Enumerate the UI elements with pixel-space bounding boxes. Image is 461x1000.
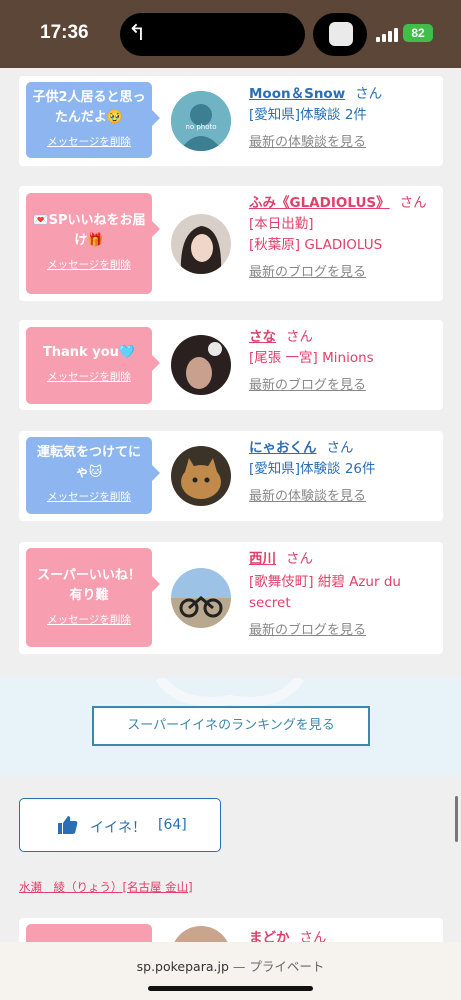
message-card: Thank you🩵 メッセージを削除 さな さん [尾張 一宮] Minions… [19,320,443,410]
shop-detail: [秋葉原] GLADIOLUS [249,237,383,253]
latest-link[interactable]: 最新のブログを見る [249,620,435,641]
thumbs-up-icon [58,816,78,834]
latest-link[interactable]: 最新のブログを見る [249,262,435,283]
dynamic-island[interactable]: ↰ [120,13,305,56]
message-bubble: Thank you🩵 メッセージを削除 [26,327,160,404]
latest-link[interactable]: 最新の体験談を見る [249,132,435,153]
avatar-photo [171,446,231,506]
battery-icon: 82 [403,24,433,42]
message-card: 運転気をつけてにゃ🐱 メッセージを削除 にゃおくん さん [愛知県]体験談 26件… [19,431,443,521]
scrollbar[interactable] [455,796,458,842]
message-text: 💌SPいいねをお届け🎁 [32,213,146,248]
delete-message-link[interactable]: メッセージを削除 [26,487,152,507]
message-bubble: 運転気をつけてにゃ🐱 メッセージを削除 [26,437,160,514]
card-info: にゃおくん さん [愛知県]体験談 26件 最新の体験談を見る [249,438,435,507]
super-iine-ranking-button[interactable]: スーパーイイネのランキングを見る [92,706,370,746]
shop-detail: [歌舞伎町] 紺碧 Azur du secret [249,574,401,611]
avatar[interactable]: no photo [171,91,231,151]
signal-icon [376,26,398,42]
card-info: Moon＆Snow さん [愛知県]体験談 2件 最新の体験談を見る [249,84,435,153]
member-name-link[interactable]: Moon＆Snow [249,86,345,102]
avatar[interactable] [171,568,231,628]
cast-name-link[interactable]: ふみ《GLADIOLUS》 [249,195,390,211]
avatar[interactable] [171,214,231,274]
iine-button[interactable]: イイネ！ [64] [19,798,221,852]
message-text: Thank you🩵 [42,345,136,360]
no-photo-icon: no photo [171,91,231,151]
message-card: スーパーいいね！有り難 メッセージを削除 西川 さん [歌舞伎町] 紺碧 Azur… [19,542,443,654]
avatar[interactable] [171,335,231,395]
message-bubble: 子供2人居ると思ったんだよ🥹 メッセージを削除 [26,82,160,158]
delete-message-link[interactable]: メッセージを削除 [26,367,152,387]
honorific: さん [326,440,354,456]
dynamic-island-app[interactable] [313,13,367,56]
member-detail: [愛知県]体験談 26件 [249,461,376,477]
message-text: 運転気をつけてにゃ🐱 [36,445,141,480]
home-indicator[interactable] [148,986,313,991]
honorific: さん [355,86,383,102]
avatar-photo [171,568,231,628]
address-bar[interactable]: sp.pokepara.jp — プライベート [0,956,461,975]
cast-name-link[interactable]: さな [249,329,276,345]
honorific: さん [399,195,427,211]
card-info: ふみ《GLADIOLUS》 さん [本日出勤] [秋葉原] GLADIOLUS 最新… [249,193,435,283]
member-name-link[interactable]: にゃおくん [249,440,317,456]
delete-message-link[interactable]: メッセージを削除 [26,610,152,630]
privacy-label: — プライベート [232,959,325,974]
iine-label: イイネ！ [90,820,146,836]
back-arrow-icon[interactable]: ↰ [128,22,146,46]
status-time: 17:36 [40,22,89,43]
message-bubble: 💌SPいいねをお届け🎁 メッセージを削除 [26,193,160,294]
status-bar: 17:36 ↰ 82 [0,0,461,68]
delete-message-link[interactable]: メッセージを削除 [26,132,152,152]
ranking-section: スーパーイイネのランキングを見る [0,678,461,775]
latest-link[interactable]: 最新のブログを見る [249,375,435,396]
message-bubble: スーパーいいね！有り難 メッセージを削除 [26,548,160,647]
iine-count: [64] [158,817,187,833]
no-photo-label: no photo [185,123,216,131]
cast-link[interactable]: 水瀬 綾（りょう）[名古屋 金山] [19,879,193,895]
message-text: 子供2人居ると思ったんだよ🥹 [32,90,146,125]
avatar-photo [171,335,231,395]
browser-bottom-bar: sp.pokepara.jp — プライベート [0,942,461,1000]
message-text: スーパーいいね！有り難 [37,568,141,603]
delete-message-link[interactable]: メッセージを削除 [26,255,152,275]
url-text: sp.pokepara.jp [136,959,229,974]
app-icon [329,22,353,46]
latest-link[interactable]: 最新の体験談を見る [249,486,435,507]
message-card: 💌SPいいねをお届け🎁 メッセージを削除 ふみ《GLADIOLUS》 さん [本日出… [19,186,443,301]
member-detail: [愛知県]体験談 2件 [249,107,367,123]
work-status: [本日出勤] [249,216,314,232]
shop-detail: [尾張 一宮] Minions [249,350,374,366]
avatar[interactable] [171,446,231,506]
card-info: さな さん [尾張 一宮] Minions 最新のブログを見る [249,327,435,396]
honorific: さん [286,329,313,345]
card-info: 西川 さん [歌舞伎町] 紺碧 Azur du secret 最新のブログを見る [249,549,435,641]
honorific: さん [286,551,313,567]
battery-level: 82 [411,26,425,40]
avatar-photo [171,214,231,274]
message-card: 子供2人居ると思ったんだよ🥹 メッセージを削除 no photo Moon＆Sn… [19,76,443,166]
cast-name-link[interactable]: 西川 [249,551,276,567]
